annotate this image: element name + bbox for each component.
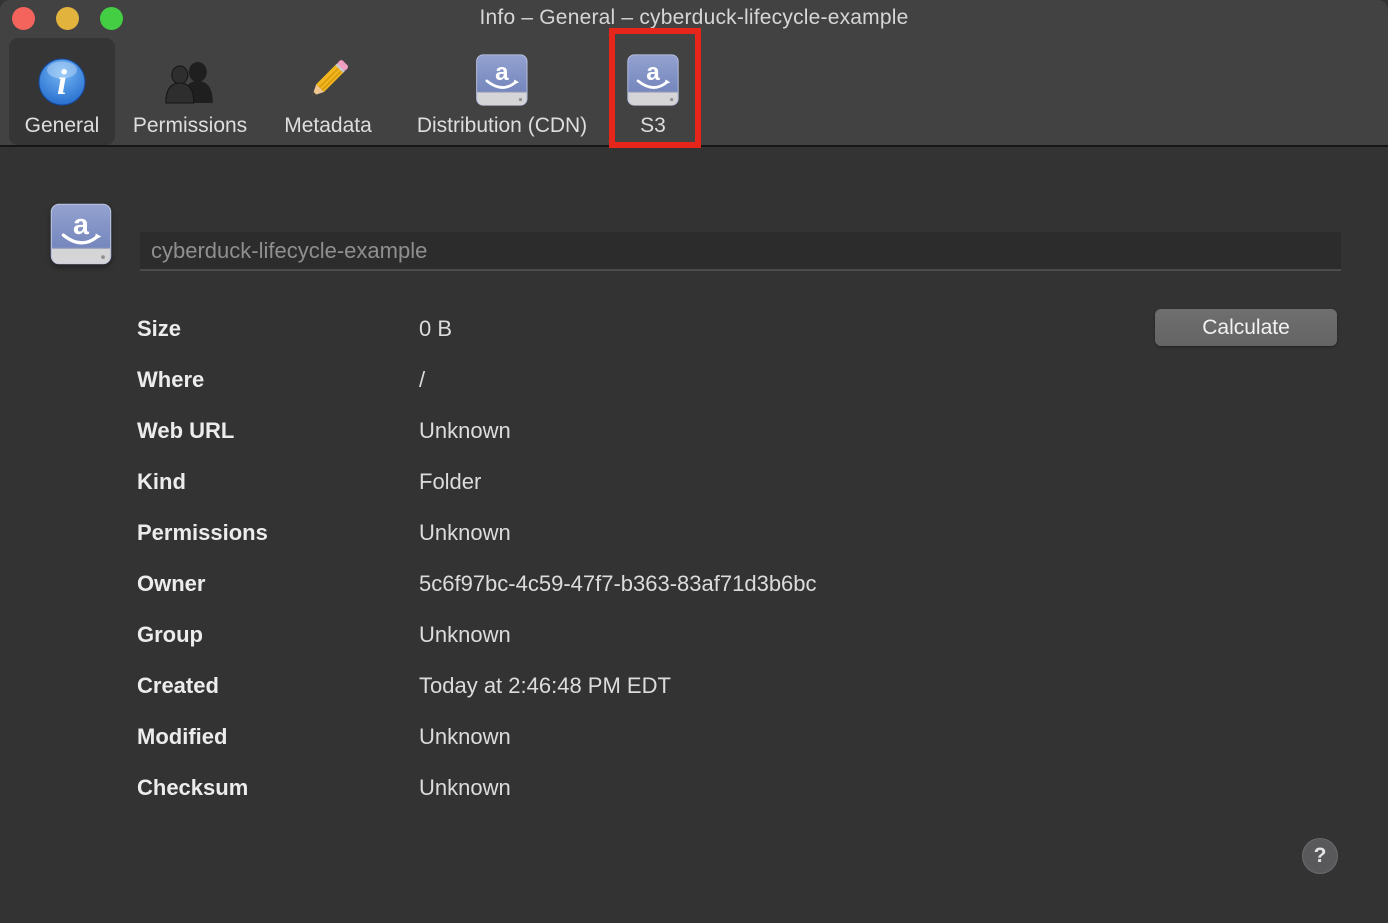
- info-row-kind: Kind Folder: [137, 469, 817, 493]
- info-row-permissions: Permissions Unknown: [137, 520, 817, 544]
- svg-text:a: a: [73, 209, 90, 241]
- info-icon: i: [37, 51, 87, 107]
- info-label: Permissions: [137, 520, 419, 546]
- info-value: Today at 2:46:48 PM EDT: [419, 673, 671, 699]
- tab-metadata[interactable]: Metadata: [272, 38, 384, 145]
- filename-input[interactable]: [140, 232, 1341, 271]
- calculate-button[interactable]: Calculate: [1155, 309, 1337, 346]
- amazon-drive-icon: a: [474, 51, 530, 107]
- tab-s3[interactable]: a S3: [613, 38, 693, 145]
- info-label: Created: [137, 673, 419, 699]
- info-table: Size 0 B Where / Web URL Unknown Kind Fo…: [137, 316, 817, 826]
- tab-distribution-cdn-label: Distribution (CDN): [417, 114, 587, 138]
- info-label: Kind: [137, 469, 419, 495]
- info-row-where: Where /: [137, 367, 817, 391]
- tab-permissions-label: Permissions: [133, 114, 247, 138]
- info-row-owner: Owner 5c6f97bc-4c59-47f7-b363-83af71d3b6…: [137, 571, 817, 595]
- info-label: Owner: [137, 571, 419, 597]
- info-label: Checksum: [137, 775, 419, 801]
- info-label: Where: [137, 367, 419, 393]
- info-row-checksum: Checksum Unknown: [137, 775, 817, 799]
- general-panel: a Calculate Size 0 B Where / Web URL Unk…: [0, 149, 1388, 923]
- info-row-group: Group Unknown: [137, 622, 817, 646]
- window-title: Info – General – cyberduck-lifecycle-exa…: [0, 6, 1388, 30]
- info-row-web-url: Web URL Unknown: [137, 418, 817, 442]
- info-value: 5c6f97bc-4c59-47f7-b363-83af71d3b6bc: [419, 571, 817, 597]
- info-label: Modified: [137, 724, 419, 750]
- info-value: 0 B: [419, 316, 452, 342]
- info-row-modified: Modified Unknown: [137, 724, 817, 748]
- info-value: Unknown: [419, 520, 511, 546]
- info-value: Unknown: [419, 622, 511, 648]
- tab-general[interactable]: i General: [9, 38, 115, 145]
- info-value: Unknown: [419, 724, 511, 750]
- svg-text:a: a: [495, 59, 509, 86]
- info-row-size: Size 0 B: [137, 316, 817, 340]
- tab-s3-label: S3: [640, 114, 666, 138]
- tab-general-label: General: [25, 114, 100, 138]
- info-label: Size: [137, 316, 419, 342]
- info-label: Group: [137, 622, 419, 648]
- info-label: Web URL: [137, 418, 419, 444]
- pencil-icon: [301, 51, 355, 107]
- amazon-drive-icon: a: [48, 202, 114, 271]
- info-value: Unknown: [419, 775, 511, 801]
- svg-text:a: a: [646, 59, 660, 86]
- tab-metadata-label: Metadata: [284, 114, 372, 138]
- tab-distribution-cdn[interactable]: a Distribution (CDN): [405, 38, 599, 145]
- help-button[interactable]: ?: [1302, 838, 1338, 874]
- window-titlebar: Info – General – cyberduck-lifecycle-exa…: [0, 0, 1388, 147]
- info-row-created: Created Today at 2:46:48 PM EDT: [137, 673, 817, 697]
- info-value: Folder: [419, 469, 481, 495]
- info-value: Unknown: [419, 418, 511, 444]
- svg-text:i: i: [57, 62, 67, 102]
- people-icon: [161, 51, 219, 107]
- amazon-drive-icon: a: [625, 51, 681, 107]
- tab-permissions[interactable]: Permissions: [121, 38, 259, 145]
- info-value: /: [419, 367, 425, 393]
